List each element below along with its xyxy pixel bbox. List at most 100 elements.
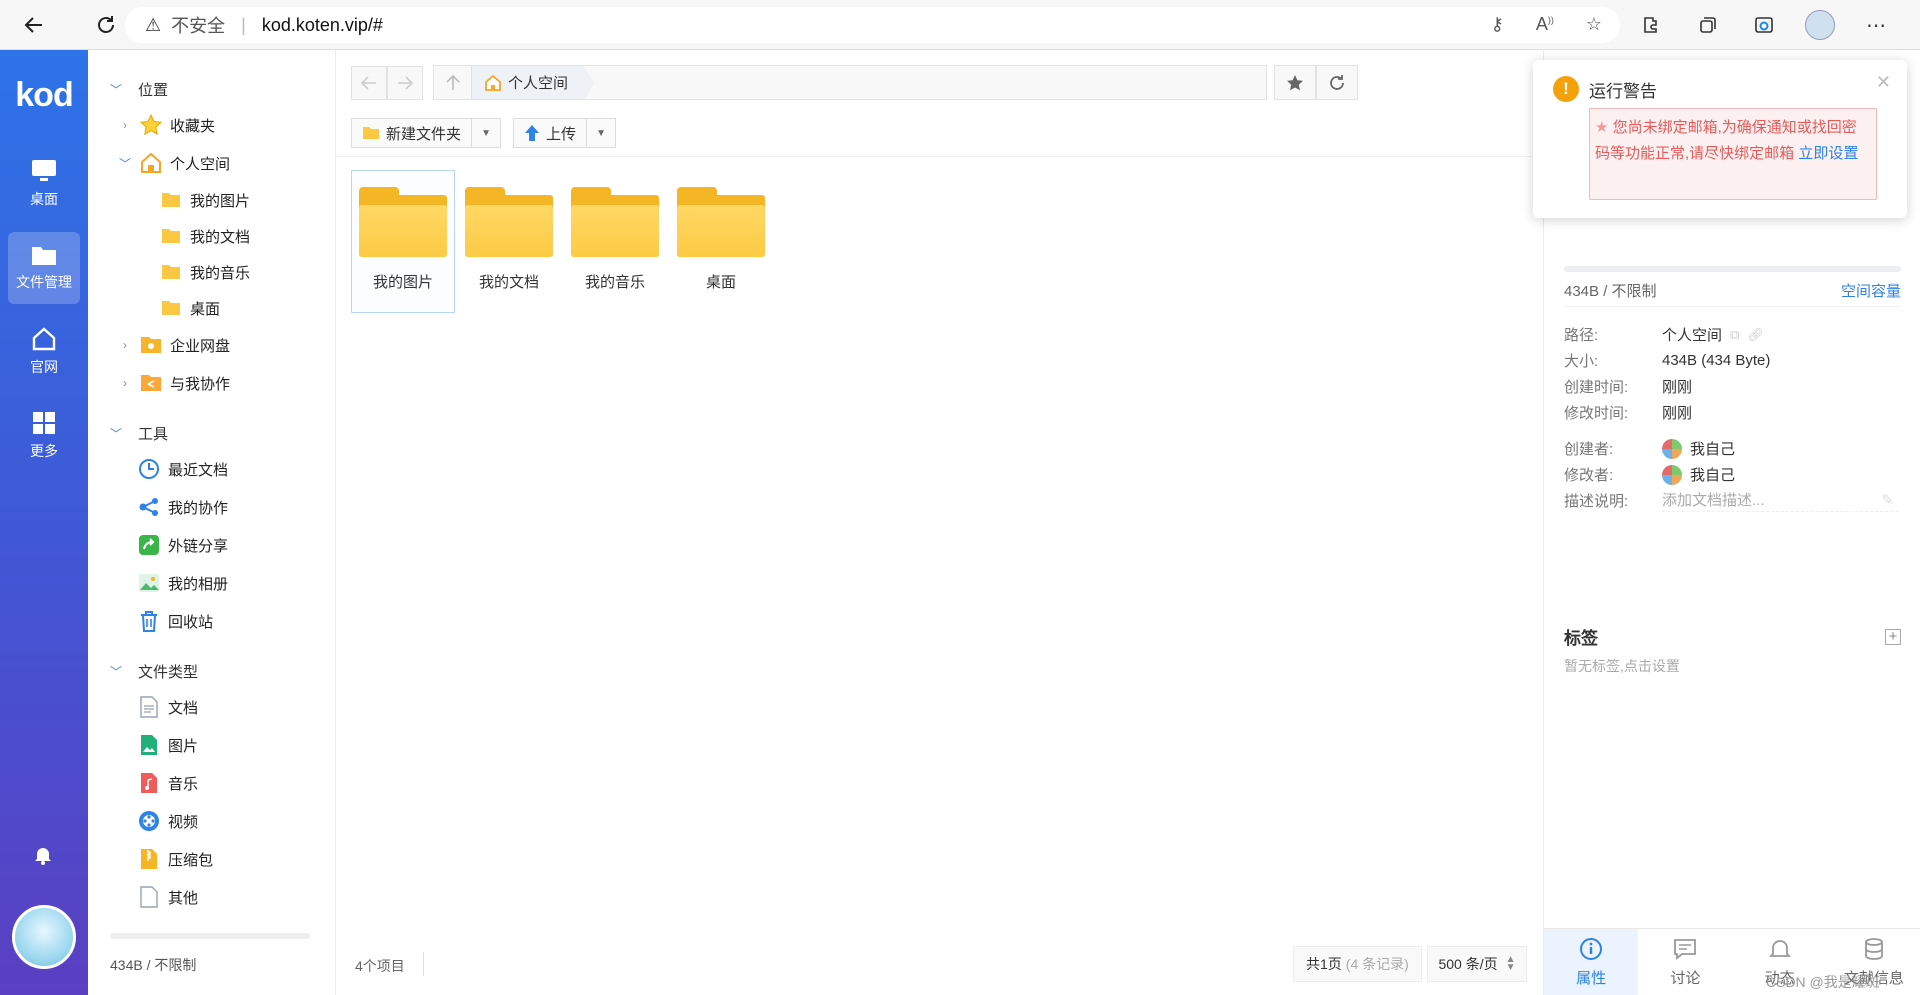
section-location[interactable]: ﹀ 位置 [88,72,335,106]
filetype-other[interactable]: 其他 [88,878,335,916]
nav-more[interactable]: 更多 [8,400,80,472]
history-forward-button[interactable] [387,66,423,100]
tree-item-shared-with-me[interactable]: › 与我协作 [88,364,335,402]
caret-down-icon[interactable]: ▼ [587,128,615,139]
key-icon[interactable]: ⚷ [1491,14,1504,35]
file-item[interactable]: 我的文档 [457,170,561,313]
notification-bell-icon[interactable] [33,845,53,869]
more-menu-icon[interactable]: ⋯ [1859,8,1893,42]
section-tools[interactable]: ﹀ 工具 [88,416,335,450]
tree-item-my-music[interactable]: 我的音乐 [88,254,335,290]
filetype-documents[interactable]: 文档 [88,688,335,726]
arrow-right-icon [398,76,413,90]
capacity-used: 434B / 不限制 [1564,283,1657,300]
prop-key: 创建者: [1564,441,1614,458]
filetype-other-label: 其他 [168,889,199,907]
upload-label: 上传 [546,125,577,143]
tree-item-my-documents[interactable]: 我的文档 [88,218,335,254]
link-icon[interactable]: 🔗︎ [1747,327,1764,343]
small-folder-icon [160,189,182,211]
folder-icon [359,187,447,257]
pagination[interactable]: 共1页 (4 条记录) [1293,946,1422,982]
breadcrumb-item-personal-space[interactable]: 个人空间 [472,66,585,99]
nav-file-manager[interactable]: 文件管理 [8,232,80,304]
folder-icon [465,187,553,257]
back-icon[interactable] [16,7,52,43]
parent-folder-button[interactable] [434,66,472,99]
share-nodes-icon [138,496,160,518]
warning-triangle-icon: ⚠ [145,14,162,35]
filetype-archives[interactable]: 压缩包 [88,840,335,878]
tool-recent-docs[interactable]: 最近文档 [88,450,335,488]
star-icon [140,114,162,136]
capacity-link[interactable]: 空间容量 [1841,280,1901,301]
favorite-button[interactable] [1274,65,1316,100]
file-item[interactable]: 我的图片 [351,170,455,313]
tree-item-shared-with-me-label: 与我协作 [170,375,231,393]
copy-icon[interactable]: ⧉ [1730,327,1739,343]
new-folder-button[interactable]: 新建文件夹 ▼ [351,118,502,148]
prop-key: 描述说明: [1564,492,1629,510]
status-divider [423,952,424,976]
sidebar-capacity-label: 434B / 不限制 [110,957,197,973]
home-icon [485,74,501,91]
filetype-music-label: 音乐 [168,775,199,793]
tree-item-my-pictures[interactable]: 我的图片 [88,182,335,218]
file-name: 桌面 [705,274,736,291]
tree-item-enterprise-disk[interactable]: › 企业网盘 [88,326,335,364]
favorite-star-icon[interactable]: ☆ [1586,14,1602,35]
prop-value: 我自己 [1690,467,1736,484]
tool-external-share[interactable]: 外链分享 [88,526,335,564]
tool-my-album[interactable]: 我的相册 [88,564,335,602]
description-input[interactable]: 添加文档描述... ✎ [1662,488,1898,512]
refresh-icon[interactable] [88,7,124,43]
record-count: (4 条记录) [1345,956,1409,972]
address-bar[interactable]: ⚠ 不安全 | kod.koten.vip/# ⚷ A)) ☆ [125,7,1620,43]
prop-size: 大小: 434B (434 Byte) [1564,350,1770,371]
kod-logo[interactable]: kod [0,50,88,140]
filetype-video[interactable]: 视频 [88,802,335,840]
profile-avatar[interactable] [1803,8,1837,42]
tree-item-personal-space[interactable]: ﹀ 个人空间 [88,144,335,182]
file-item[interactable]: 桌面 [669,170,773,313]
warning-message-box: ★ 您尚未绑定邮箱,为确保通知或找回密码等功能正常,请尽快绑定邮箱 立即设置 [1589,108,1877,200]
refresh-button[interactable] [1316,65,1358,100]
section-file-types[interactable]: ﹀ 文件类型 [88,654,335,688]
chevron-right-icon: › [123,118,127,132]
breadcrumb-label: 个人空间 [508,75,569,92]
arrow-left-icon [361,76,376,90]
star-icon [1287,74,1303,90]
tree-item-desktop[interactable]: 桌面 [88,290,335,326]
filetype-video-label: 视频 [168,813,199,831]
nav-desktop[interactable]: 桌面 [8,148,80,220]
filetype-music[interactable]: 音乐 [88,764,335,802]
file-grid: 我的图片 我的文档 我的音乐 桌面 [351,170,773,313]
page-size-value: 500 条/页 [1438,956,1498,972]
info-icon [1580,937,1603,960]
extensions-icon[interactable] [1635,8,1669,42]
collections-icon[interactable] [1691,8,1725,42]
tags-empty-text[interactable]: 暂无标签,点击设置 [1564,656,1680,676]
page-size-select[interactable]: 500 条/页 ▲ ▼ [1427,946,1527,982]
close-icon[interactable]: ✕ [1876,72,1891,93]
history-back-button[interactable] [351,66,387,100]
tab-properties-label: 属性 [1576,969,1607,987]
caret-down-icon[interactable]: ▼ [472,128,500,139]
prop-value: 个人空间 [1662,327,1723,344]
read-aloud-icon[interactable]: A)) [1536,14,1554,35]
enterprise-folder-icon [140,334,162,356]
filetype-images[interactable]: 图片 [88,726,335,764]
user-avatar[interactable] [12,905,76,969]
nav-official-site[interactable]: 官网 [8,316,80,388]
tree-item-favorites[interactable]: › 收藏夹 [88,106,335,144]
edge-e-icon[interactable] [1747,8,1781,42]
upload-button[interactable]: 上传 ▼ [513,118,617,148]
setup-email-link[interactable]: 立即设置 [1798,145,1858,162]
tool-recycle-bin-label: 回收站 [168,613,214,631]
tab-discussion[interactable]: 讨论 [1638,929,1732,995]
tag-add-icon[interactable]: + [1885,628,1901,645]
tool-my-collab[interactable]: 我的协作 [88,488,335,526]
tab-properties[interactable]: 属性 [1544,929,1639,995]
file-item[interactable]: 我的音乐 [563,170,667,313]
tool-recycle-bin[interactable]: 回收站 [88,602,335,640]
